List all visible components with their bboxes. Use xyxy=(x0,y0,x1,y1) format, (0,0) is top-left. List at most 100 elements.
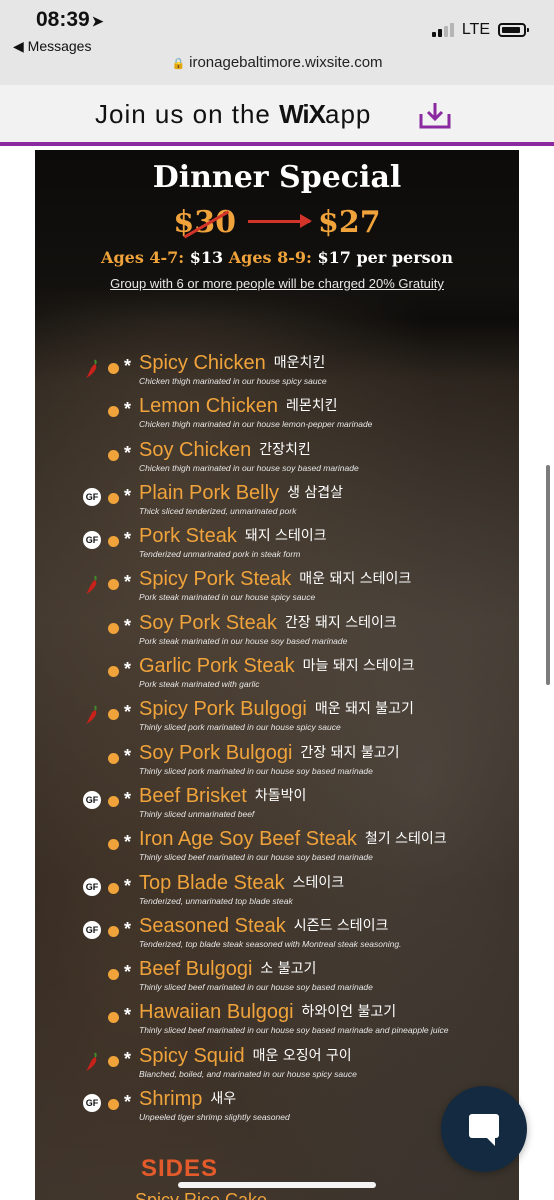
arrow-right-icon xyxy=(248,213,312,228)
asterisk-icon: * xyxy=(124,1092,132,1113)
item-name-korean: 소 불고기 xyxy=(260,961,317,978)
scrollbar[interactable] xyxy=(546,465,550,685)
gluten-free-badge: GF xyxy=(83,920,101,939)
item-name: Beef Brisket 차돌박이 xyxy=(139,785,306,808)
bullet-dot-icon xyxy=(108,363,119,374)
item-name: Spicy Squid 매운 오징어 구이 xyxy=(139,1045,352,1068)
old-price: $30 xyxy=(173,205,236,240)
item-name: Iron Age Soy Beef Steak 철기 스테이크 xyxy=(139,828,447,851)
item-name-korean: 철기 스테이크 xyxy=(364,831,447,848)
new-price: $27 xyxy=(318,205,381,240)
asterisk-icon: * xyxy=(124,659,132,680)
asterisk-icon: * xyxy=(124,702,132,723)
item-description: Thick sliced tenderized, unmarinated por… xyxy=(139,505,297,516)
download-icon[interactable] xyxy=(418,100,452,130)
bullet-dot-icon xyxy=(108,839,119,851)
menu-item: GF * Top Blade Steak 스테이크 Tenderized, unmari… xyxy=(35,872,519,918)
item-name: Hawaiian Bulgogi 하와이언 불고기 xyxy=(139,1001,396,1024)
item-name-english: Spicy Chicken xyxy=(139,352,266,374)
bullet-dot-icon xyxy=(108,969,119,981)
asterisk-icon: * xyxy=(124,962,132,983)
menu-item: * Spicy Pork Bulgogi 매운 돼지 불고기 Thinly slice… xyxy=(35,698,519,744)
item-name-korean: 차돌박이 xyxy=(254,787,307,804)
item-description: Thinly sliced beef marinated in our hous… xyxy=(139,852,373,863)
age-pricing: Ages 4-7: $13 Ages 8-9: $17 per person xyxy=(35,248,519,267)
item-name: Soy Pork Steak 간장 돼지 스테이크 xyxy=(139,612,397,635)
item-name: Plain Pork Belly 생 삼겹살 xyxy=(139,482,343,505)
item-name-english: Garlic Pork Steak xyxy=(139,655,295,678)
menu-item: * Spicy Squid 매운 오징어 구이 Blanched, boiled, a… xyxy=(35,1045,519,1091)
item-name-korean: 마늘 돼지 스테이크 xyxy=(302,658,415,675)
item-name-korean: 간장치킨 xyxy=(259,441,311,458)
item-name: Seasoned Steak 시즌드 스테이크 xyxy=(139,915,388,938)
item-name: Beef Bulgogi 소 불고기 xyxy=(139,958,316,981)
item-description: Chicken thigh marinated in our house soy… xyxy=(139,462,359,473)
item-name: Top Blade Steak 스테이크 xyxy=(139,872,344,895)
menu-item: * Lemon Chicken 레몬치킨 Chicken thigh marinate… xyxy=(35,395,519,441)
item-name-korean: 새우 xyxy=(210,1091,237,1108)
back-to-messages[interactable]: ◀ Messages xyxy=(13,38,91,55)
item-name-english: Hawaiian Bulgogi xyxy=(139,1001,294,1024)
item-name: Soy Pork Bulgogi 간장 돼지 불고기 xyxy=(139,742,399,765)
chili-pepper-icon xyxy=(86,1052,97,1071)
asterisk-icon: * xyxy=(124,572,132,593)
item-description: Thinly sliced beef marinated in our hous… xyxy=(139,1025,449,1036)
bullet-dot-icon xyxy=(108,1012,119,1024)
item-name: Pork Steak 돼지 스테이크 xyxy=(139,525,327,548)
menu-item: GF * Beef Brisket 차돌박이 Thinly sliced unmarin… xyxy=(35,785,519,831)
asterisk-icon: * xyxy=(124,1048,132,1069)
menu-item: * Garlic Pork Steak 마늘 돼지 스테이크 Pork steak m… xyxy=(35,655,519,701)
ages-a-label: Ages 4-7: xyxy=(101,248,185,267)
bullet-dot-icon xyxy=(108,666,119,678)
item-name-english: Beef Bulgogi xyxy=(139,958,253,981)
item-description: Thinly sliced pork marinated in our hous… xyxy=(139,722,341,733)
menu-item: * Soy Pork Steak 간장 돼지 스테이크 Pork steak mari… xyxy=(35,612,519,658)
gluten-free-badge: GF xyxy=(83,531,101,550)
item-name-korean: 매운치킨 xyxy=(273,355,326,371)
home-indicator[interactable] xyxy=(178,1182,376,1188)
chat-bubble-icon xyxy=(469,1114,499,1146)
item-name: Lemon Chicken 레몬치킨 xyxy=(139,395,338,418)
item-description: Tenderized, unmarinated top blade steak xyxy=(139,895,293,906)
bullet-dot-icon xyxy=(108,449,119,461)
menu-item: * Hawaiian Bulgogi 하와이언 불고기 Thinly sliced b… xyxy=(35,1001,519,1047)
item-description: Tenderized unmarinated pork in steak for… xyxy=(139,549,301,560)
lock-icon: 🔒 xyxy=(171,58,186,70)
item-name-english: Soy Pork Steak xyxy=(139,611,277,634)
address-bar[interactable]: 🔒 ironagebaltimore.wixsite.com xyxy=(0,54,554,71)
menu-item: GF * Pork Steak 돼지 스테이크 Tenderized unmarinat… xyxy=(35,525,519,571)
time-text: 08:39 xyxy=(36,8,90,31)
asterisk-icon: * xyxy=(124,442,132,463)
bullet-dot-icon xyxy=(108,406,119,418)
item-name-korean: 간장 돼지 불고기 xyxy=(300,744,400,761)
menu-title: Dinner Special xyxy=(152,160,402,195)
item-name-korean: 생 삼겹살 xyxy=(287,484,344,501)
item-name-english: Spicy Squid xyxy=(139,1044,245,1067)
item-name-korean: 하와이언 불고기 xyxy=(301,1004,397,1021)
item-description: Pork steak marinated with garlic xyxy=(139,679,260,690)
bullet-dot-icon xyxy=(108,925,119,937)
sides-heading: SIDES xyxy=(141,1155,219,1182)
item-description: Pork steak marinated in our house soy ba… xyxy=(139,635,348,646)
item-name-english: Beef Brisket xyxy=(139,784,247,807)
menu-item: GF * Seasoned Steak 시즌드 스테이크 Tenderized, top… xyxy=(35,915,519,961)
chat-button[interactable] xyxy=(441,1086,527,1172)
menu-item: * Iron Age Soy Beef Steak 철기 스테이크 Thinly sl… xyxy=(35,828,519,874)
item-name: Spicy Pork Steak 매운 돼지 스테이크 xyxy=(139,568,411,591)
bullet-dot-icon xyxy=(108,579,119,591)
wix-app-banner[interactable]: Join us on the WiXapp xyxy=(0,85,554,146)
item-description: Unpeeled tiger shrimp slightly seasoned xyxy=(139,1112,290,1123)
item-description: Pork steak marinated in our house spicy … xyxy=(139,592,316,603)
gluten-free-badge: GF xyxy=(83,877,101,896)
gluten-free-badge: GF xyxy=(83,790,101,809)
item-name-english: Shrimp xyxy=(139,1088,203,1111)
item-name-english: Spicy Pork Bulgogi xyxy=(139,698,307,721)
ages-b-price: $17 per person xyxy=(317,248,453,267)
gluten-free-badge: GF xyxy=(83,1094,101,1113)
item-name: Soy Chicken 간장치킨 xyxy=(139,439,311,462)
asterisk-icon: * xyxy=(124,745,132,766)
battery-icon xyxy=(498,23,529,37)
item-name: Spicy Pork Bulgogi 매운 돼지 불고기 xyxy=(139,698,414,721)
asterisk-icon: * xyxy=(124,788,132,809)
bullet-dot-icon xyxy=(108,492,119,504)
